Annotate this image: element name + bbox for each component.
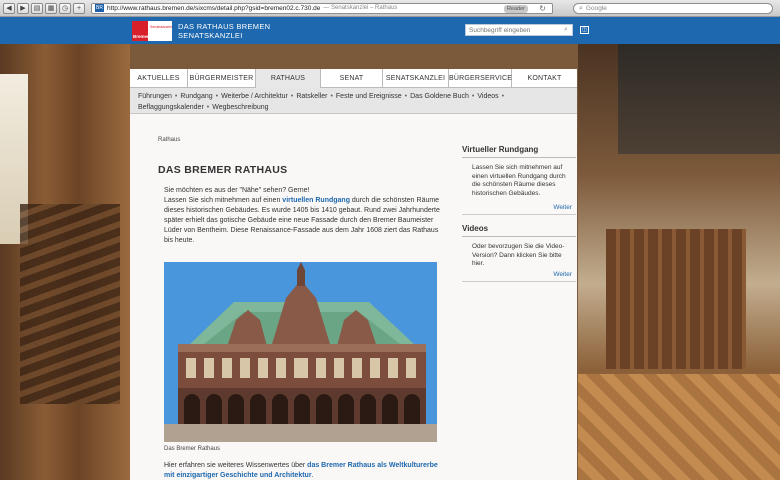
tab-buergermeister[interactable]: BÜRGERMEISTER [188,69,256,88]
site-search-input[interactable] [466,26,560,34]
bottom-text-before: Hier erfahren sie weiteres Wissenwertes … [164,462,308,469]
tab-senatskanzlei[interactable]: SENATSKANZLEI [383,69,449,88]
forward-button[interactable]: ▶ [17,2,29,14]
background-panel [606,229,746,369]
virtual-tour-link[interactable]: virtuellen Rundgang [282,197,350,204]
header-title: DAS RATHAUS BREMEN SENATSKANZLEI [178,22,270,40]
reader-button[interactable]: Reader [503,4,528,13]
intro-text-after: durch die schönsten Räume dieses histori… [164,197,440,244]
rathaus-photo [164,262,437,442]
sidebar-title-virtual-tour: Virtueller Rundgang [462,145,576,158]
grid-icon[interactable]: ▦ [45,2,57,14]
background-floor [578,374,780,480]
world-heritage-text: Hier erfahren sie weiteres Wissenwertes … [164,461,446,480]
subnav-fuehrungen[interactable]: Führungen [138,93,172,100]
intro-text: Sie möchten es aus der "Nähe" sehen? Ger… [164,186,446,246]
tab-aktuelles[interactable]: AKTUELLES [130,69,188,88]
url-page-title: — Senatskanzlei – Rathaus [323,5,398,11]
browser-search-field[interactable]: ⌕ Google [573,3,773,14]
background-painting [618,44,780,154]
magnifier-icon: ⌕ [579,4,583,12]
logo-text: Bremen [133,34,150,39]
sidebar-box-videos: Videos Oder bevorzugen Sie die Video-Ver… [462,224,576,282]
subnav-feste[interactable]: Feste und Ereignisse [336,93,402,100]
subnav-beflaggungskalender[interactable]: Beflaggungskalender [138,104,204,111]
browser-search-placeholder: Google [585,5,607,12]
background-photo-right [578,44,780,480]
photo-caption: Das Bremer Rathaus [164,446,221,452]
search-icon[interactable]: ⌕ [560,25,572,35]
tab-kontakt[interactable]: KONTAKT [512,69,577,88]
sidebar-box-virtual-tour: Virtueller Rundgang Lassen Sie sich mitn… [462,145,576,215]
reload-icon[interactable]: ↻ [539,4,546,14]
bremen-logo[interactable]: Bremen Senatskanzlei [132,21,172,41]
sidebar-text-virtual-tour: Lassen Sie sich mitnehmen auf einen virt… [472,164,566,197]
back-button[interactable]: ◀ [3,2,15,14]
address-bar[interactable]: BR http://www.rathaus.bremen.de/sixcms/d… [91,2,553,14]
tab-rathaus[interactable]: RATHAUS [256,69,321,88]
sidebar: Virtueller Rundgang Lassen Sie sich mitn… [462,145,576,282]
tab-buergerservice[interactable]: BÜRGERSERVICE [449,69,512,88]
subnav-goldene-buch[interactable]: Das Goldene Buch [410,93,469,100]
site-header: Bremen Senatskanzlei DAS RATHAUS BREMEN … [0,17,780,44]
intro-paragraph: Lassen Sie sich mitnehmen auf einen virt… [164,196,446,246]
subnav-ratskeller[interactable]: Ratskeller [296,93,327,100]
tab-senat[interactable]: SENAT [321,69,383,88]
history-icon[interactable]: ◷ [59,2,71,14]
header-title-line1: DAS RATHAUS BREMEN [178,22,271,31]
subnav-wegbeschreibung[interactable]: Wegbeschreibung [212,104,268,111]
header-title-line2: SENATSKANZLEI [178,31,243,40]
site-favicon-icon: BR [95,4,104,12]
breadcrumb[interactable]: Rathaus [158,137,180,143]
sidebar-more-virtual-tour[interactable]: Weiter [462,200,576,215]
url-text: http://www.rathaus.bremen.de/sixcms/deta… [107,4,321,12]
intro-text-before: Lassen Sie sich mitnehmen auf einen [164,197,283,204]
bookmarks-icon[interactable]: ▤ [31,2,43,14]
sidebar-more-videos[interactable]: Weiter [462,267,576,282]
accessibility-icon[interactable]: ◫ [580,26,589,34]
rathaus-illustration [164,262,437,442]
bottom-text-after: . [311,472,314,479]
background-staircase [20,204,120,404]
background-photo-left [0,44,130,480]
main-navigation: AKTUELLES BÜRGERMEISTER RATHAUS SENAT SE… [130,69,577,88]
intro-line1: Sie möchten es aus der "Nähe" sehen? Ger… [164,187,310,194]
page-title: DAS BREMER RATHAUS [158,164,288,176]
site-search: ⌕ [465,24,573,36]
browser-toolbar: ◀ ▶ ▤ ▦ ◷ + BR http://www.rathaus.bremen… [0,0,780,17]
sidebar-title-videos: Videos [462,224,576,237]
subnav-rundgang[interactable]: Rundgang [180,93,212,100]
logo-tagline: Senatskanzlei [150,25,172,29]
sub-navigation: Führungen • Rundgang • Weiterbe / Architek… [130,88,577,114]
add-bookmark-button[interactable]: + [73,2,85,14]
sidebar-text-videos: Oder bevorzugen Sie die Video-Version? D… [472,243,565,267]
subnav-architektur[interactable]: Weiterbe / Architektur [221,93,288,100]
subnav-videos[interactable]: Videos [477,93,498,100]
